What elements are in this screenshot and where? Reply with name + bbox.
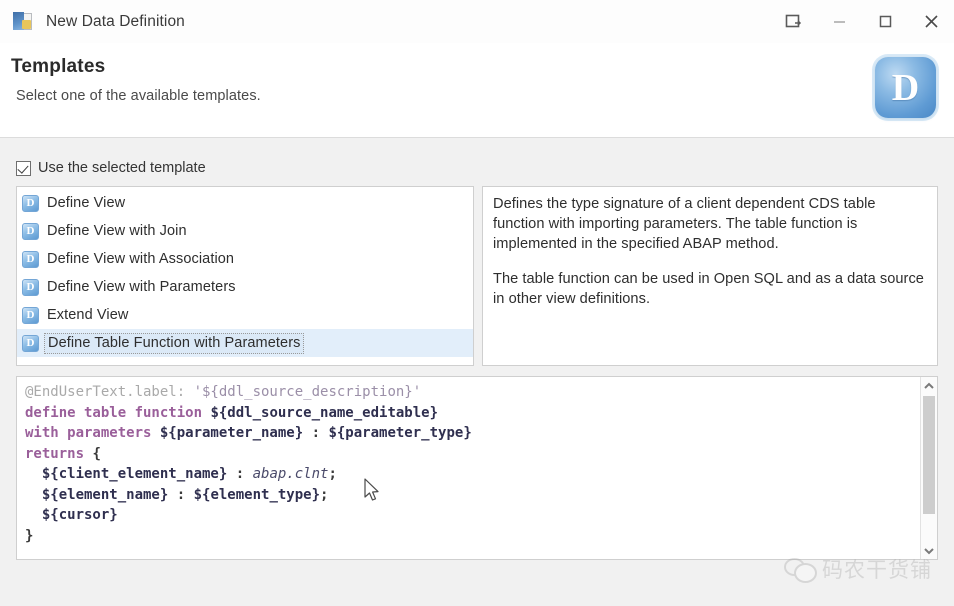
template-icon-letter: D — [26, 196, 35, 209]
close-button[interactable] — [908, 0, 954, 43]
cds-template-icon: D — [22, 250, 39, 268]
title-bar: New Data Definition — [0, 0, 954, 43]
template-list-item[interactable]: D Define View with Association — [17, 245, 473, 273]
template-list-item[interactable]: D Define Table Function with Parameters — [17, 329, 473, 357]
abap-development-tools-logo: D — [875, 57, 936, 118]
template-list-item[interactable]: D Define View — [17, 189, 473, 217]
code-line: define table function ${ddl_source_name_… — [25, 403, 472, 424]
code-token: abap.clnt — [252, 466, 329, 482]
code-token: ${parameter_name} — [159, 425, 304, 441]
template-item-label: Define Table Function with Parameters — [44, 332, 305, 354]
code-line: ${client_element_name} : abap.clnt; — [25, 464, 472, 485]
template-description-panel: Defines the type signature of a client d… — [482, 186, 938, 366]
code-token: ${cursor} — [41, 507, 118, 523]
page-title: Templates — [11, 56, 106, 77]
cds-template-icon: D — [22, 306, 39, 324]
template-list-item[interactable]: D Extend View — [17, 301, 473, 329]
dialog-header: Templates Select one of the available te… — [0, 43, 954, 138]
watermark: 码农干货铺 — [784, 554, 932, 584]
code-token: define table function — [25, 404, 211, 421]
code-line: returns { — [25, 444, 472, 465]
code-token: ${parameter_type} — [328, 425, 472, 441]
code-line: ${element_name} : ${element_type}; — [25, 485, 472, 506]
description-paragraph-1: Defines the type signature of a client d… — [493, 196, 876, 252]
code-token: '${ddl_source_description}' — [193, 384, 422, 400]
scrollbar-thumb[interactable] — [923, 396, 935, 514]
code-token: : — [168, 486, 194, 503]
cds-template-icon: D — [22, 334, 39, 352]
code-token: : — [303, 425, 329, 441]
template-list-item[interactable]: D Define View with Parameters — [17, 273, 473, 301]
code-token: } — [25, 527, 34, 544]
code-token: with parameters — [25, 425, 160, 441]
code-token: ${element_type} — [193, 486, 321, 503]
use-selected-template-label: Use the selected template — [38, 160, 206, 176]
description-paragraph-2: The table function can be used in Open S… — [493, 271, 924, 307]
maximize-button[interactable] — [862, 0, 908, 43]
watermark-text: 码农干货铺 — [822, 559, 932, 582]
window-controls — [770, 0, 954, 43]
data-definition-icon — [13, 11, 35, 32]
template-item-label: Define View with Parameters — [47, 278, 236, 295]
template-icon-letter: D — [26, 224, 35, 237]
use-selected-template-checkbox[interactable] — [16, 160, 31, 176]
cds-template-icon: D — [22, 278, 39, 296]
page-subtitle: Select one of the available templates. — [16, 88, 261, 104]
minimize-button[interactable] — [816, 0, 862, 43]
code-preview-text: @EndUserText.label: '${ddl_source_descri… — [25, 382, 472, 546]
code-token: returns — [25, 445, 85, 462]
code-line: } — [25, 526, 472, 547]
template-item-label: Define View with Join — [47, 222, 187, 239]
template-list-item[interactable]: D Define View with Join — [17, 217, 473, 245]
code-line: with parameters ${parameter_name} : ${pa… — [25, 423, 472, 444]
template-item-label: Extend View — [47, 306, 129, 323]
cds-template-icon: D — [22, 222, 39, 240]
code-preview-scrollbar[interactable] — [920, 377, 937, 559]
code-token: : — [227, 466, 253, 482]
code-token: @EndUserText.label: — [25, 384, 194, 400]
window-title: New Data Definition — [46, 12, 185, 30]
template-icon-letter: D — [26, 336, 35, 349]
chevron-up-icon[interactable] — [921, 377, 937, 394]
cds-template-icon: D — [22, 194, 39, 212]
code-token: ${element_name} — [41, 486, 169, 503]
code-token: { — [84, 445, 101, 462]
code-line: ${cursor} — [25, 505, 472, 526]
template-icon-letter: D — [26, 308, 35, 321]
dialog-body: Use the selected template D Define View D D… — [0, 138, 954, 606]
template-item-label: Define View — [47, 194, 126, 211]
template-list[interactable]: D Define View D Define View with Join D Defin… — [16, 186, 474, 366]
template-icon-letter: D — [26, 252, 35, 265]
template-item-label: Define View with Association — [47, 250, 235, 267]
wechat-icon — [784, 556, 817, 583]
code-token: ; — [328, 466, 337, 482]
code-token: ; — [320, 486, 329, 503]
logo-letter: D — [891, 66, 920, 109]
code-token: ${client_element_name} — [41, 466, 228, 482]
template-icon-letter: D — [26, 280, 35, 293]
code-line: @EndUserText.label: '${ddl_source_descri… — [25, 382, 472, 403]
new-data-definition-dialog: New Data Definition Templates Select one… — [0, 0, 954, 606]
use-selected-template-row[interactable]: Use the selected template — [16, 160, 206, 176]
help-icon[interactable] — [770, 0, 816, 43]
code-preview-panel[interactable]: @EndUserText.label: '${ddl_source_descri… — [16, 376, 938, 560]
code-token: ${ddl_source_name_editable} — [210, 404, 439, 421]
